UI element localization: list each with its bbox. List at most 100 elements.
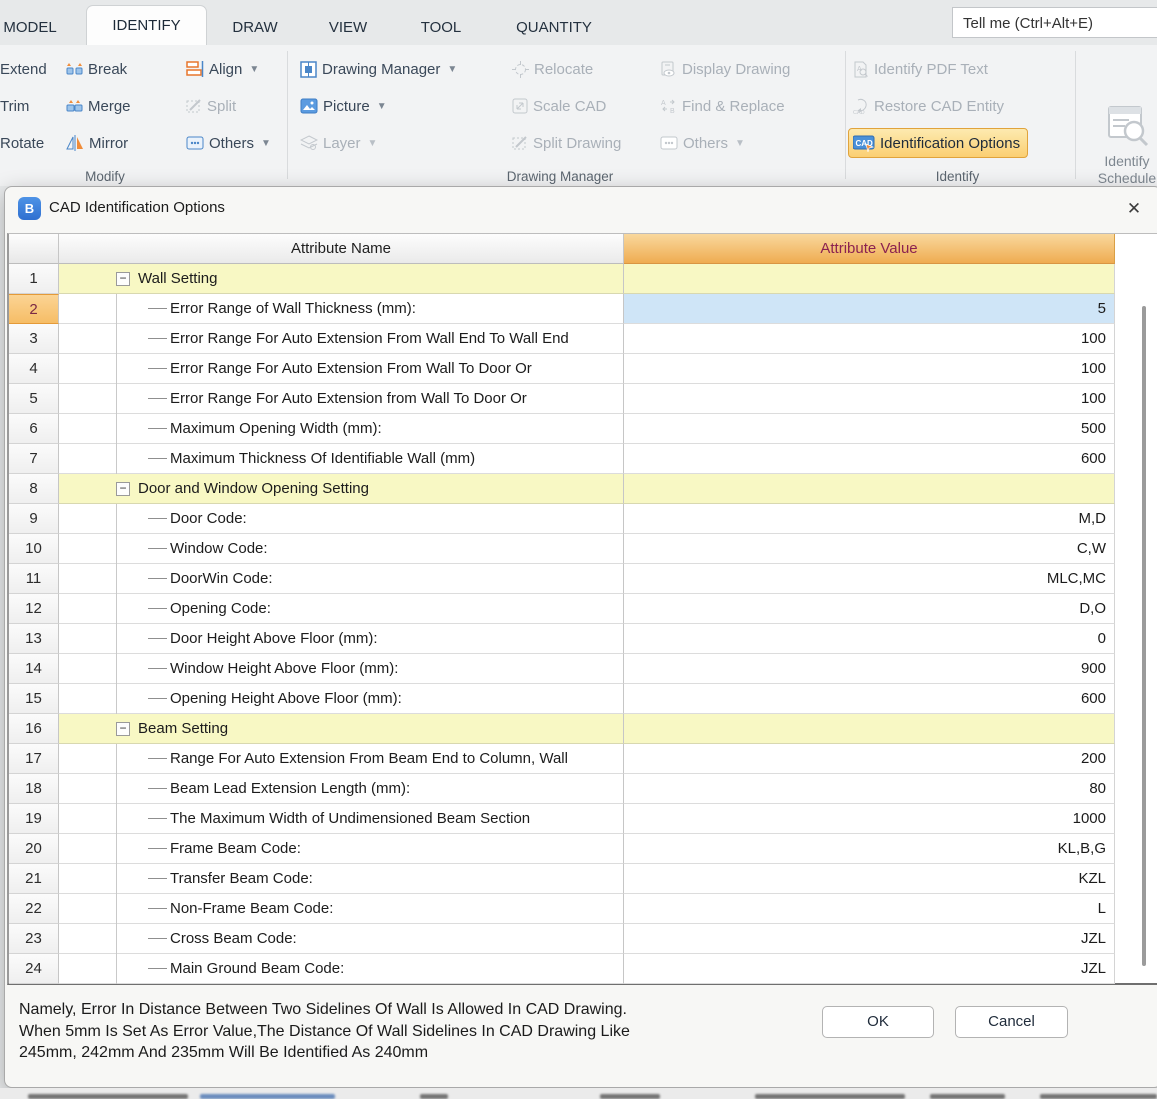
row-number[interactable]: 6 [9,414,59,444]
table-row[interactable]: 9Door Code:M,D [9,504,1115,534]
row-number[interactable]: 24 [9,954,59,984]
attribute-value-cell[interactable]: JZL [624,924,1115,954]
close-icon[interactable]: ✕ [1117,193,1151,225]
row-number[interactable]: 5 [9,384,59,414]
row-number[interactable]: 4 [9,354,59,384]
attribute-value-cell[interactable]: L [624,894,1115,924]
table-row[interactable]: 14Window Height Above Floor (mm):900 [9,654,1115,684]
attribute-value-cell[interactable]: 600 [624,684,1115,714]
row-number[interactable]: 18 [9,774,59,804]
tab-quantity[interactable]: QUANTITY [505,10,603,45]
row-number[interactable]: 13 [9,624,59,654]
row-number[interactable]: 10 [9,534,59,564]
table-row[interactable]: 18Beam Lead Extension Length (mm):80 [9,774,1115,804]
attribute-value-cell[interactable]: C,W [624,534,1115,564]
attribute-value-cell[interactable]: JZL [624,954,1115,984]
attribute-name-cell[interactable]: −Beam Setting [59,714,624,744]
table-row[interactable]: 7Maximum Thickness Of Identifiable Wall … [9,444,1115,474]
row-number[interactable]: 20 [9,834,59,864]
attribute-value-cell[interactable]: 600 [624,444,1115,474]
table-row[interactable]: 21Transfer Beam Code:KZL [9,864,1115,894]
attribute-name-cell[interactable]: Non-Frame Beam Code: [59,894,624,924]
extend-button[interactable]: Extend [0,56,47,82]
attribute-name-cell[interactable]: Window Height Above Floor (mm): [59,654,624,684]
row-number[interactable]: 15 [9,684,59,714]
table-row[interactable]: 24Main Ground Beam Code:JZL [9,954,1115,984]
tab-model[interactable]: MODEL [0,10,60,45]
attribute-name-cell[interactable]: The Maximum Width of Undimensioned Beam … [59,804,624,834]
mirror-button[interactable]: Mirror [66,130,128,156]
attribute-value-cell[interactable]: M,D [624,504,1115,534]
collapse-icon[interactable]: − [116,272,130,286]
attribute-name-cell[interactable]: Range For Auto Extension From Beam End t… [59,744,624,774]
table-row[interactable]: 12Opening Code:D,O [9,594,1115,624]
row-number[interactable]: 14 [9,654,59,684]
attribute-name-cell[interactable]: Beam Lead Extension Length (mm): [59,774,624,804]
table-row[interactable]: 17Range For Auto Extension From Beam End… [9,744,1115,774]
collapse-icon[interactable]: − [116,482,130,496]
attribute-name-cell[interactable]: Maximum Opening Width (mm): [59,414,624,444]
row-number[interactable]: 19 [9,804,59,834]
collapse-icon[interactable]: − [116,722,130,736]
attribute-value-cell[interactable] [624,264,1115,294]
row-number-header[interactable] [9,234,59,264]
row-number[interactable]: 3 [9,324,59,354]
attribute-name-cell[interactable]: Door Height Above Floor (mm): [59,624,624,654]
tab-identify[interactable]: IDENTIFY [86,5,207,46]
attribute-name-cell[interactable]: Transfer Beam Code: [59,864,624,894]
attribute-value-cell[interactable]: 200 [624,744,1115,774]
row-number[interactable]: 21 [9,864,59,894]
row-number[interactable]: 16 [9,714,59,744]
row-number[interactable]: 7 [9,444,59,474]
attribute-value-cell[interactable]: 100 [624,324,1115,354]
attribute-value-cell[interactable]: KL,B,G [624,834,1115,864]
attribute-value-cell[interactable]: 500 [624,414,1115,444]
table-row[interactable]: 13Door Height Above Floor (mm):0 [9,624,1115,654]
attribute-name-cell[interactable]: −Door and Window Opening Setting [59,474,624,504]
attribute-name-cell[interactable]: Maximum Thickness Of Identifiable Wall (… [59,444,624,474]
row-number[interactable]: 23 [9,924,59,954]
table-row[interactable]: 6Maximum Opening Width (mm):500 [9,414,1115,444]
tell-me-search-box[interactable]: Tell me (Ctrl+Alt+E) [952,7,1157,38]
attribute-name-cell[interactable]: Cross Beam Code: [59,924,624,954]
row-number[interactable]: 17 [9,744,59,774]
attribute-value-cell[interactable]: 0 [624,624,1115,654]
attribute-value-cell[interactable]: KZL [624,864,1115,894]
attribute-value-cell[interactable]: 80 [624,774,1115,804]
attribute-name-cell[interactable]: Frame Beam Code: [59,834,624,864]
table-row[interactable]: 22Non-Frame Beam Code:L [9,894,1115,924]
break-button[interactable]: Break [66,56,127,82]
attribute-value-cell[interactable]: D,O [624,594,1115,624]
tab-tool[interactable]: TOOL [412,10,470,45]
table-row[interactable]: 10Window Code:C,W [9,534,1115,564]
ok-button[interactable]: OK [822,1006,934,1038]
attribute-value-cell[interactable]: 100 [624,354,1115,384]
table-row[interactable]: 4Error Range For Auto Extension From Wal… [9,354,1115,384]
rotate-button[interactable]: Rotate [0,130,44,156]
table-row[interactable]: 15Opening Height Above Floor (mm):600 [9,684,1115,714]
table-row[interactable]: 16−Beam Setting [9,714,1115,744]
vertical-scrollbar[interactable] [1142,306,1146,966]
row-number[interactable]: 9 [9,504,59,534]
others-button-modify[interactable]: Others▼ [186,130,271,156]
trim-button[interactable]: Trim [0,93,29,119]
table-row[interactable]: 5Error Range For Auto Extension from Wal… [9,384,1115,414]
dialog-title-bar[interactable]: B CAD Identification Options ✕ [5,187,1157,233]
attribute-name-cell[interactable]: Door Code: [59,504,624,534]
attribute-name-cell[interactable]: Error Range For Auto Extension From Wall… [59,324,624,354]
attribute-name-header[interactable]: Attribute Name [59,234,624,264]
attribute-name-cell[interactable]: Error Range For Auto Extension from Wall… [59,384,624,414]
row-number[interactable]: 11 [9,564,59,594]
attribute-name-cell[interactable]: Error Range For Auto Extension From Wall… [59,354,624,384]
table-row[interactable]: 23Cross Beam Code:JZL [9,924,1115,954]
attribute-name-cell[interactable]: Main Ground Beam Code: [59,954,624,984]
attribute-value-cell[interactable]: MLC,MC [624,564,1115,594]
picture-button[interactable]: Picture▼ [300,93,387,119]
row-number[interactable]: 12 [9,594,59,624]
merge-button[interactable]: Merge [66,93,131,119]
table-row[interactable]: 19The Maximum Width of Undimensioned Bea… [9,804,1115,834]
table-row[interactable]: 11DoorWin Code:MLC,MC [9,564,1115,594]
align-button[interactable]: Align▼ [186,56,259,82]
cancel-button[interactable]: Cancel [955,1006,1068,1038]
table-row[interactable]: 20Frame Beam Code:KL,B,G [9,834,1115,864]
